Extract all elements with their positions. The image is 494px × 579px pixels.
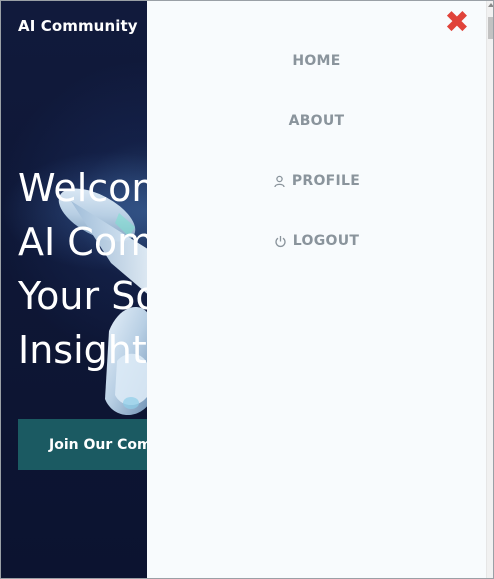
- offcanvas-menu: ✖ HOME ABOUT PROFILE LOGOUT: [147, 1, 486, 578]
- vertical-scrollbar[interactable]: [486, 1, 493, 578]
- menu-item-logout[interactable]: LOGOUT: [147, 229, 486, 253]
- menu-item-label: HOME: [292, 53, 341, 69]
- power-icon: [274, 235, 287, 248]
- menu-item-label: ABOUT: [288, 113, 345, 129]
- menu-item-about[interactable]: ABOUT: [147, 109, 486, 133]
- scrollbar-thumb[interactable]: [488, 17, 493, 39]
- user-icon: [273, 175, 286, 188]
- menu-item-home[interactable]: HOME: [147, 49, 486, 73]
- close-icon: ✖: [444, 5, 470, 40]
- scroll-up-arrow-icon[interactable]: [488, 3, 493, 7]
- close-menu-button[interactable]: ✖: [444, 8, 470, 38]
- menu-item-profile[interactable]: PROFILE: [147, 169, 486, 193]
- menu-item-label: PROFILE: [291, 173, 361, 189]
- menu-item-label: LOGOUT: [292, 233, 360, 249]
- site-brand-logo[interactable]: AI Community: [18, 17, 138, 35]
- browser-viewport: AI Community Welcome to the AI Community…: [0, 0, 494, 579]
